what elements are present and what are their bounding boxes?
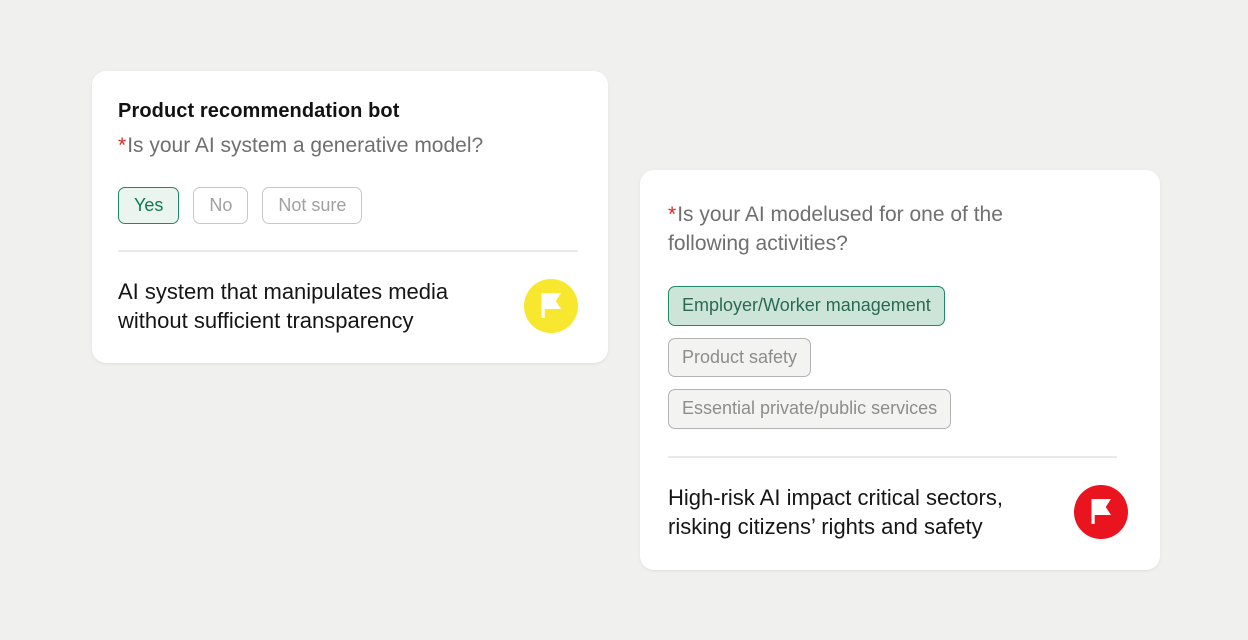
option-not-sure[interactable]: Not sure — [262, 187, 362, 225]
answer-options-column: Employer/Worker management Product safet… — [668, 286, 1128, 429]
required-marker: * — [118, 134, 127, 157]
red-flag-badge — [1074, 485, 1128, 539]
divider — [118, 250, 578, 252]
product-recommendation-card: Product recommendation bot *Is your AI s… — [92, 71, 608, 363]
risk-statement-row: AI system that manipulates media without… — [118, 277, 578, 336]
question-generative-model: *Is your AI system a generative model? — [118, 132, 578, 161]
option-employer-worker-management[interactable]: Employer/Worker management — [668, 286, 945, 326]
ai-activities-card: *Is your AI modelused for one of the fol… — [640, 170, 1160, 570]
divider — [668, 456, 1117, 458]
option-product-safety[interactable]: Product safety — [668, 338, 811, 378]
flag-icon — [1074, 485, 1128, 539]
required-marker: * — [668, 203, 677, 226]
yellow-flag-badge — [524, 279, 578, 333]
card-title: Product recommendation bot — [118, 100, 578, 123]
risk-statement: AI system that manipulates media without… — [118, 277, 448, 336]
question-text: Is your AI system a generative model? — [127, 134, 483, 157]
risk-statement-row: High-risk AI impact critical sectors, ri… — [668, 483, 1128, 542]
option-yes[interactable]: Yes — [118, 187, 179, 225]
question-text: Is your AI modelused for one of the foll… — [668, 203, 1003, 255]
option-essential-private-public-services[interactable]: Essential private/public services — [668, 389, 951, 429]
option-no[interactable]: No — [193, 187, 248, 225]
flag-icon — [524, 279, 578, 333]
risk-statement: High-risk AI impact critical sectors, ri… — [668, 483, 1003, 542]
answer-options-row: Yes No Not sure — [118, 187, 578, 225]
question-activities: *Is your AI modelused for one of the fol… — [668, 201, 1128, 258]
